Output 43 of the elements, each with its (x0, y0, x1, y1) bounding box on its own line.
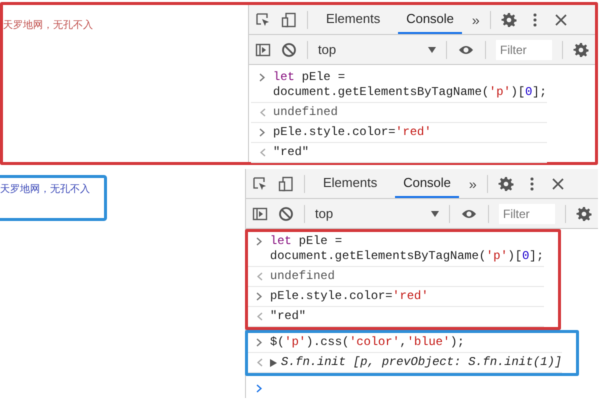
prompt-icon (256, 237, 262, 246)
console-command: let pEle = document.getElementsByTagName('p')[0]; (270, 234, 544, 264)
filter-field[interactable]: Filter (499, 204, 555, 224)
console-command: pEle.style.color='red' (270, 289, 428, 304)
context-select[interactable]: top (315, 206, 334, 221)
prompt-icon (258, 73, 266, 82)
console-result: "red" (273, 145, 310, 160)
dropdown-caret-icon[interactable] (428, 46, 436, 52)
clear-icon[interactable] (281, 42, 297, 58)
sidebar-icon[interactable] (252, 206, 268, 222)
close-icon[interactable] (550, 176, 566, 192)
dropdown-caret-icon[interactable] (431, 210, 439, 216)
panel-tab[interactable]: Elements (315, 169, 386, 198)
console-result: undefined (273, 105, 338, 120)
settings-icon[interactable] (500, 12, 517, 28)
more-tabs[interactable]: » (468, 176, 477, 192)
close-icon[interactable] (552, 12, 569, 28)
inspect-icon[interactable] (252, 176, 268, 192)
sidebar-icon[interactable] (255, 42, 271, 58)
page-paragraph: 天罗地网，无孔不入 (3, 20, 93, 31)
context-select[interactable]: top (318, 42, 336, 57)
prompt-icon (256, 384, 262, 393)
settings-icon[interactable] (573, 42, 589, 58)
console-result: "red" (270, 309, 306, 324)
expand-icon[interactable] (270, 358, 277, 366)
settings-icon[interactable] (498, 176, 514, 192)
inspect-icon[interactable] (255, 12, 271, 28)
filter-field[interactable]: Filter (496, 40, 552, 60)
device-icon[interactable] (278, 176, 294, 192)
console-command: pEle.style.color='red' (273, 125, 432, 140)
prompt-icon (258, 128, 266, 137)
settings-icon[interactable] (576, 206, 592, 222)
prompt-icon (256, 338, 262, 347)
prompt-icon (256, 292, 262, 301)
clear-icon[interactable] (278, 206, 294, 222)
page-paragraph: 天罗地网，无孔不入 (0, 184, 90, 195)
device-icon[interactable] (281, 12, 297, 28)
more-tabs[interactable]: » (472, 12, 480, 28)
console-result: S.fn.init [p, prevObject: S.fn.init(1)] (281, 355, 562, 370)
panel-tab[interactable]: Elements (318, 5, 388, 34)
console-command: $('p').css('color','blue'); (270, 335, 464, 350)
console-result: undefined (270, 269, 335, 284)
console-command: let pEle = document.getElementsByTagName('p')[0]; (273, 70, 547, 100)
